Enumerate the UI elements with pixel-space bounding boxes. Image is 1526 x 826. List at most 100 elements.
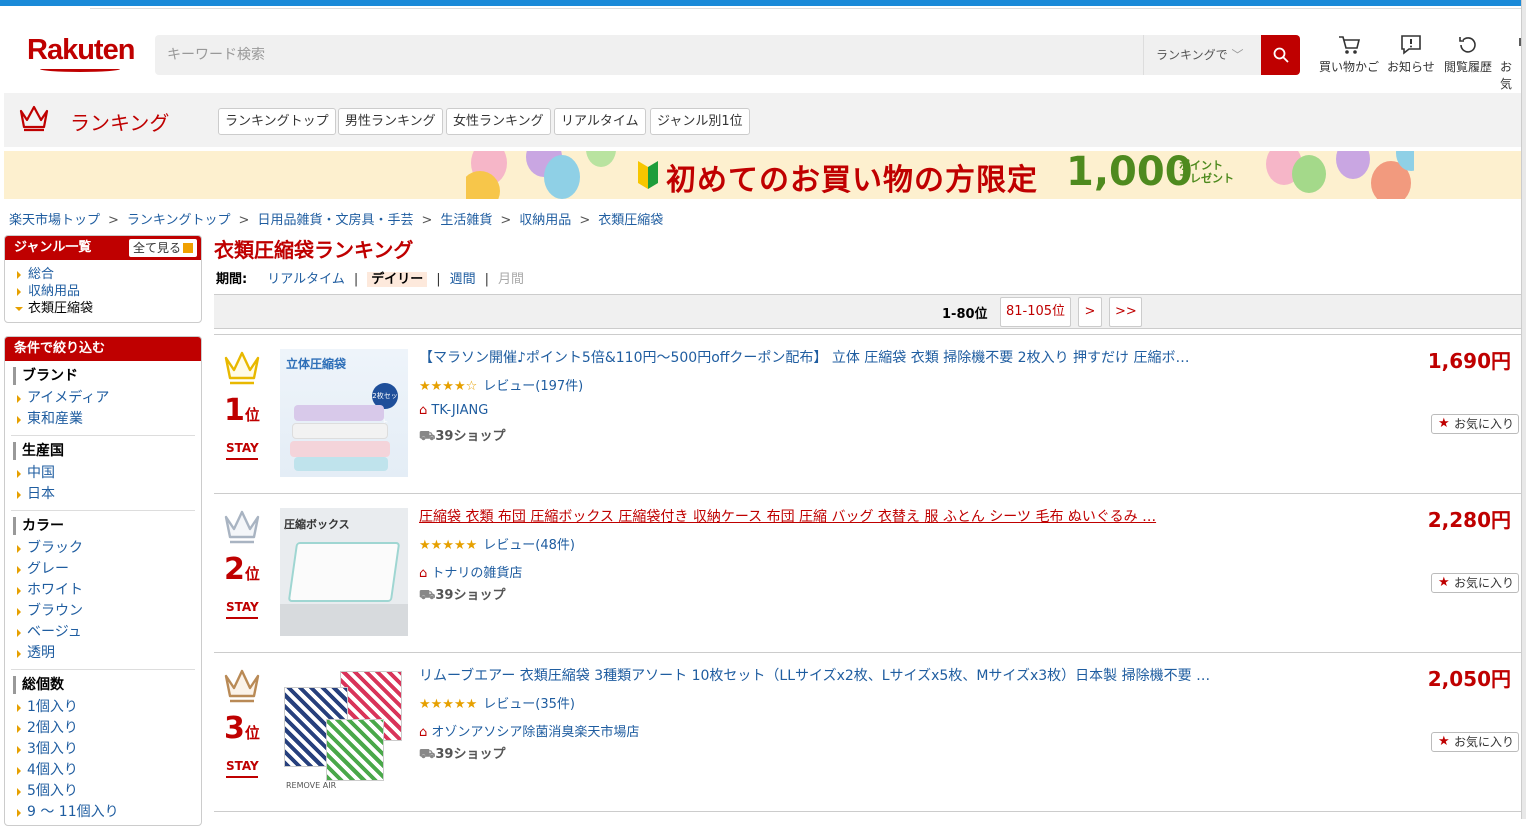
shop-icon: ⌂ [419,725,428,740]
filter-group-title: カラー [13,517,201,535]
cart-link[interactable]: 買い物かご [1319,34,1379,75]
product-image-pack [326,719,384,781]
shop-link[interactable]: ⌂ TK-JIANG [419,403,488,418]
breadcrumb-item[interactable]: 楽天市場トップ [9,213,100,228]
filter-option[interactable]: 5個入り [5,781,201,802]
favorite-button[interactable]: お気に入り [1431,732,1519,752]
promo-banner[interactable]: 初めてのお買い物の方限定 1,000 ポイント プレゼント [466,151,1414,199]
review-link[interactable]: レビュー(197件) [483,379,583,394]
period-realtime[interactable]: リアルタイム [267,272,345,287]
rakuten-logo[interactable]: Rakuten [27,34,135,67]
rating-stars: ★★★★☆ [419,379,478,394]
filter-option[interactable]: 中国 [5,463,201,484]
shop-icon: ⌂ [419,566,428,581]
period-selector: 期間: リアルタイム | デイリー | 週間 | 月間 [216,268,524,287]
ranking-item: 1位 STAY 立体圧縮袋 2枚セット 【マラソン開催♪ポイント5倍&110円～… [214,334,1521,493]
rating-stars: ★★★★★ [419,697,478,712]
search-button[interactable] [1261,35,1300,75]
filter-panel-title: 条件で絞り込む [5,337,201,361]
shipping-info: ⛟39ショップ [419,584,505,605]
product-image[interactable]: 立体圧縮袋 2枚セット [280,349,408,477]
page-title: 衣類圧縮袋ランキング [214,238,414,262]
filter-option[interactable]: 透明 [5,643,201,664]
filter-option[interactable]: 2個入り [5,718,201,739]
ranking-title[interactable]: ランキング [70,107,169,136]
filter-group-title: ブランド [13,367,201,385]
genre-item[interactable]: 総合 [5,266,201,283]
pagination-next-range[interactable]: 81-105位 [1000,297,1072,327]
notice-link[interactable]: お知らせ [1387,34,1435,75]
breadcrumb-item[interactable]: 日用品雑貨・文房具・手芸 [257,213,413,228]
review-link[interactable]: レビュー(48件) [483,538,575,553]
breadcrumb-item[interactable]: 衣類圧縮袋 [598,213,663,228]
breadcrumb-separator: > [108,213,119,228]
shop-link[interactable]: ⌂ トナリの雑貨店 [419,562,522,581]
filter-option[interactable]: アイメディア [5,388,201,409]
chevron-down-icon: ﹀ [1231,48,1244,62]
breadcrumb-item[interactable]: ランキングトップ [127,213,231,228]
filter-option[interactable]: 3個入り [5,739,201,760]
genre-item-current[interactable]: 衣類圧縮袋 [5,300,201,317]
shop-name: トナリの雑貨店 [431,566,523,581]
favorite-button[interactable]: お気に入り [1431,414,1519,434]
shop-link[interactable]: ⌂ オゾンアソシア除菌消臭楽天市場店 [419,721,639,740]
product-image[interactable]: REMOVE AIR [280,667,408,795]
filter-option[interactable]: 東和産業 [5,409,201,430]
product-image-floor [280,604,408,636]
divider [11,510,195,511]
favorite-link[interactable]: お気 [1500,34,1521,92]
product-image-layer [294,457,388,471]
filter-group-title: 生産国 [13,442,201,460]
genre-item[interactable]: 収納用品 [5,283,201,300]
tab-genre-first[interactable]: ジャンル別1位 [650,108,750,135]
product-title-link[interactable]: リムーブエアー 衣類圧縮袋 3種類アソート 10枚セット（LLサイズx2枚、Lサ… [419,665,1299,685]
filter-option[interactable]: ベージュ [5,622,201,643]
crown-icon [19,105,49,132]
product-image[interactable]: 圧縮ボックス [280,508,408,636]
banner-text: 初めてのお買い物の方限定 [666,163,1038,198]
arrow-box-icon [183,243,193,253]
product-title-link[interactable]: 【マラソン開催♪ポイント5倍&110円～500円offクーポン配布】 立体 圧縮… [419,347,1299,367]
tab-male-ranking[interactable]: 男性ランキング [338,108,443,135]
shipping-info: ⛟39ショップ [419,743,505,764]
breadcrumb-item[interactable]: 収納用品 [519,213,571,228]
filter-option[interactable]: 9 ～ 11個入り [5,802,201,823]
filter-option[interactable]: 4個入り [5,760,201,781]
review-link[interactable]: レビュー(35件) [483,697,575,712]
search-scope-select[interactable]: ランキングで ﹀ [1143,35,1261,75]
banner-points: 1,000 [1066,151,1193,195]
tab-female-ranking[interactable]: 女性ランキング [446,108,551,135]
breadcrumb-item[interactable]: 生活雑貨 [440,213,492,228]
see-all-button[interactable]: 全て見る [128,239,197,257]
filter-option[interactable]: 日本 [5,484,201,505]
favorite-button[interactable]: お気に入り [1431,573,1519,593]
favorite-icon [1519,38,1521,46]
beginner-mark-icon [638,161,658,189]
search-input[interactable] [155,35,1143,75]
period-monthly: 月間 [498,272,525,287]
divider [214,811,1521,812]
period-separator: | [436,272,441,287]
ranking-item: 3位 STAY REMOVE AIR リムーブエアー 衣類圧縮袋 3種類アソート… [214,652,1521,811]
filter-option[interactable]: ブラウン [5,601,201,622]
filter-option[interactable]: グレー [5,559,201,580]
filter-option[interactable]: ブラック [5,538,201,559]
filter-option[interactable]: ホワイト [5,580,201,601]
product-title-link[interactable]: 圧縮袋 衣類 布団 圧縮ボックス 圧縮袋付き 収納ケース 布団 圧縮 バッグ 衣… [419,506,1299,526]
history-link[interactable]: 閲覧履歴 [1444,34,1492,75]
tab-ranking-top[interactable]: ランキングトップ [218,108,336,135]
pagination-last[interactable]: >> [1109,297,1142,327]
filter-option[interactable]: 1個入り [5,697,201,718]
rank-value: 2 [224,552,245,587]
page-scrollbar[interactable] [1521,0,1526,819]
product-price: 1,690円 [1427,349,1511,373]
search-bar: ランキングで ﹀ [155,35,1300,75]
tab-realtime[interactable]: リアルタイム [554,108,646,135]
product-image-layer [294,405,384,421]
period-weekly[interactable]: 週間 [450,272,476,287]
product-image-label: 立体圧縮袋 [286,357,347,371]
period-daily[interactable]: デイリー [367,272,428,287]
pagination-next[interactable]: > [1078,297,1102,327]
breadcrumb-separator: > [421,213,433,228]
product-image-box [287,542,401,602]
